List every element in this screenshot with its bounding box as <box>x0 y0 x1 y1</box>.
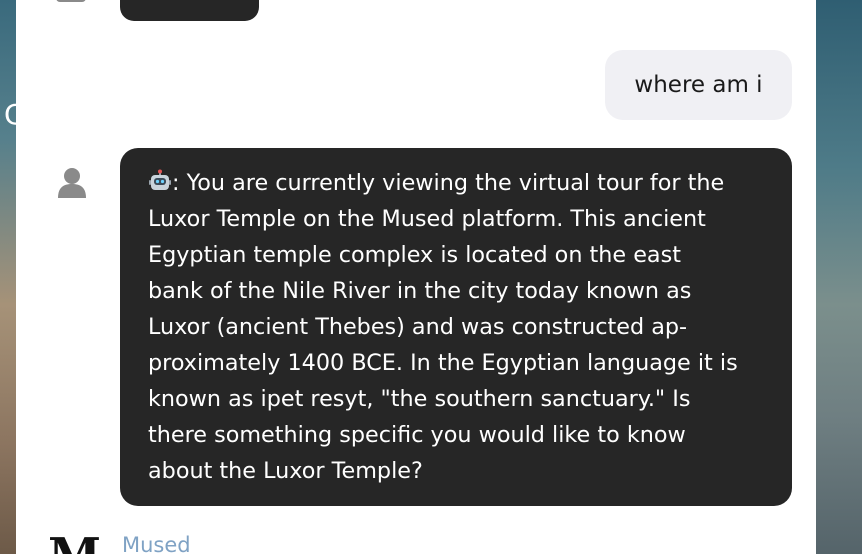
robot-icon <box>148 168 172 192</box>
assistant-message-line: there something specific you would like … <box>148 422 686 448</box>
assistant-message-line: : You are currently viewing the virtual … <box>148 165 766 201</box>
assistant-message-line: known as ipet resyt, "the southern sanct… <box>148 386 691 412</box>
background-scene-right <box>816 0 862 554</box>
previous-message-bubble <box>120 0 259 21</box>
assistant-message-line: Luxor Temple on the Mused platform. This… <box>148 206 706 232</box>
sender-name: Mused <box>122 533 191 554</box>
user-message-text: where am i <box>634 72 763 98</box>
assistant-message-line: Egyptian temple complex is located on th… <box>148 242 681 268</box>
background-scene-left <box>0 0 16 554</box>
assistant-message-line: proximately 1400 BCE. In the Egyptian la… <box>148 350 738 376</box>
user-message-bubble: where am i <box>605 50 792 120</box>
assistant-message-line: Luxor (ancient Thebes) and was construct… <box>148 314 688 340</box>
assistant-message-line: about the Luxor Temple? <box>148 458 423 484</box>
mused-logo: M <box>48 532 101 554</box>
assistant-message-line: bank of the Nile River in the city today… <box>148 278 692 304</box>
chat-panel[interactable]: where am i : You are currently viewing t… <box>16 0 816 554</box>
previous-avatar-icon <box>56 0 86 2</box>
assistant-avatar-icon <box>56 166 88 198</box>
assistant-message-bubble: : You are currently viewing the virtual … <box>120 148 792 506</box>
